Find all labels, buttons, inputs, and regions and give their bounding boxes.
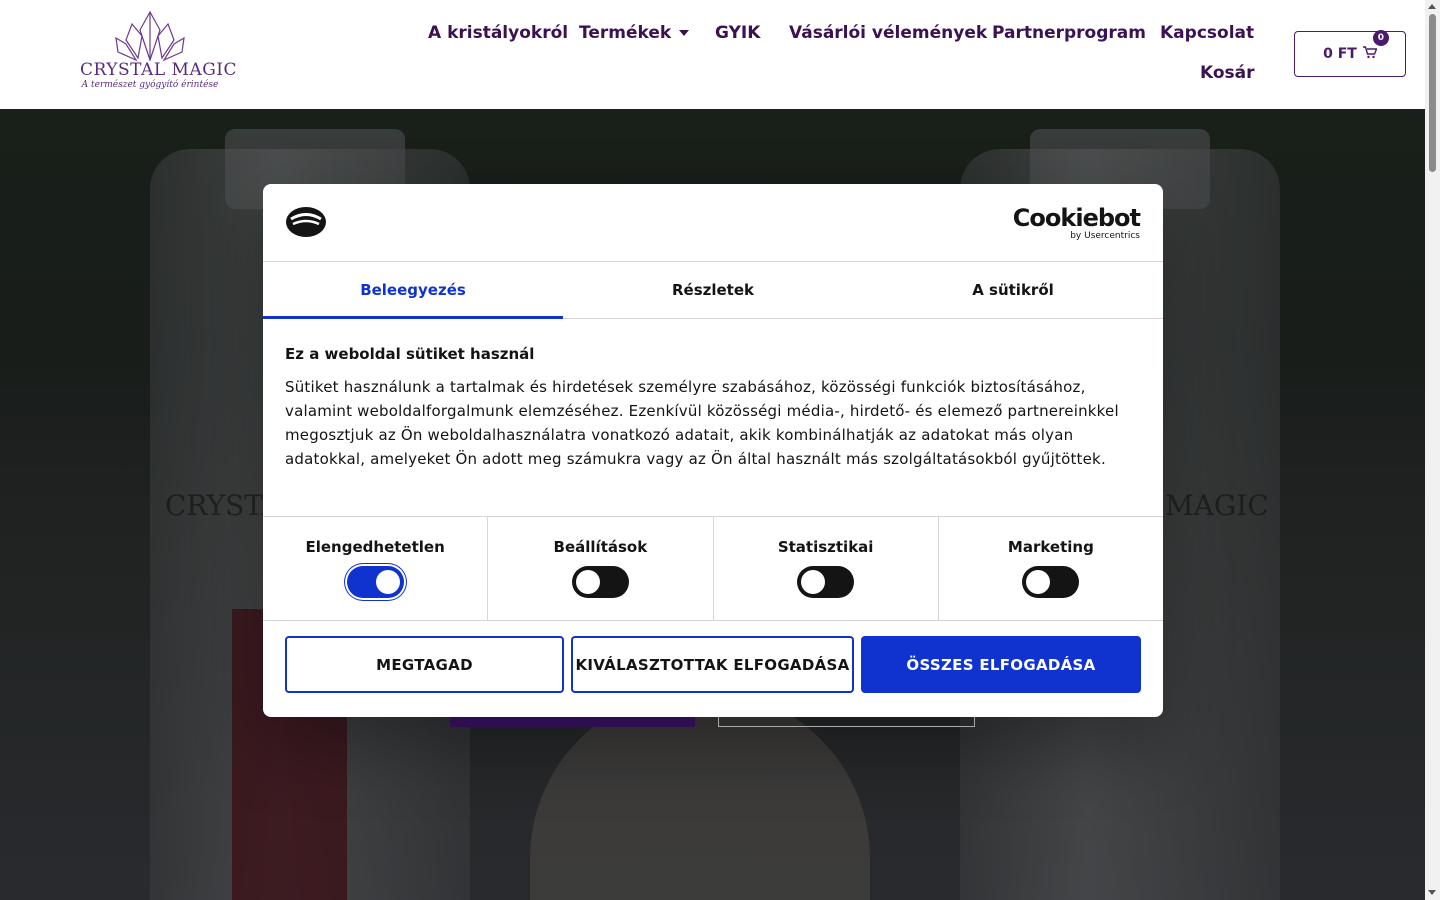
site-header: Crystal Magic A természet gyógyító érint… [0,0,1425,109]
nav-item-about-crystals[interactable]: A kristályokról [428,23,568,43]
caret-down-icon [679,30,690,36]
nav-item-partner-program[interactable]: Partnerprogram [992,23,1146,43]
tab-details[interactable]: Részletek [563,262,863,318]
cookiebot-name: Cookiebot [1012,204,1141,232]
dialog-header: Cookiebot by Usercentrics [263,184,1163,262]
site-cookie-logo-icon [285,206,327,242]
dialog-actions: MEGTAGAD KIVÁLASZTOTTAK ELFOGADÁSA ÖSSZE… [285,636,1141,693]
necessary-switch[interactable] [346,566,404,598]
toggle-preferences: Beállítások [488,517,714,620]
crystal-logo-icon [115,10,185,62]
scroll-down-arrow-icon[interactable] [1428,890,1436,895]
toggle-label: Statisztikai [777,538,874,556]
brand-name: Crystal Magic [80,60,238,80]
cart-button[interactable]: 0 FT 0 [1294,29,1406,77]
cart-count-badge: 0 [1372,29,1389,46]
nav-item-cart[interactable]: Kosár [1200,63,1255,83]
tab-consent[interactable]: Beleegyezés [263,262,563,319]
accept-all-button[interactable]: ÖSSZES ELFOGADÁSA [861,636,1141,693]
cart-amount: 0 FT [1323,46,1357,62]
cookiebot-by: by Usercentrics [1070,231,1140,241]
nav-item-faq[interactable]: GYIK [715,23,760,43]
site-logo[interactable]: Crystal Magic A természet gyógyító érint… [80,10,238,100]
toggle-label: Marketing [1007,538,1094,556]
deny-button[interactable]: MEGTAGAD [285,636,564,693]
page-scrollbar[interactable] [1425,0,1440,900]
accept-selected-button[interactable]: KIVÁLASZTOTTAK ELFOGADÁSA [571,636,854,693]
cookie-consent-dialog: Cookiebot by Usercentrics Beleegyezés Ré… [263,184,1163,717]
scrollbar-thumb[interactable] [1429,14,1436,172]
dialog-description: Sütiket használunk a tartalmak és hirdet… [285,378,1119,468]
nav-item-products[interactable]: Termékek [579,23,690,43]
nav-item-products-label: Termékek [579,23,672,43]
marketing-switch[interactable] [1022,566,1080,598]
toggle-necessary: Elengedhetetlen [263,517,489,620]
toggle-marketing: Marketing [939,517,1163,620]
statistics-switch[interactable] [797,566,855,598]
dialog-tabs: Beleegyezés Részletek A sütikről [263,262,1163,319]
toggle-label: Beállítások [553,538,648,556]
toggle-label: Elengedhetetlen [305,538,445,556]
consent-toggles: Elengedhetetlen Beállítások Statisztikai… [263,516,1163,621]
tab-about-cookies[interactable]: A sütikről [863,262,1163,318]
preferences-switch[interactable] [571,566,629,598]
nav-item-contact[interactable]: Kapcsolat [1160,23,1254,43]
scroll-up-arrow-icon[interactable] [1428,4,1436,9]
nav-item-reviews[interactable]: Vásárlói vélemények [789,23,987,43]
dialog-title: Ez a weboldal sütiket használ [285,345,535,363]
toggle-statistics: Statisztikai [714,517,939,620]
cookiebot-logo[interactable]: Cookiebot by Usercentrics [1012,204,1141,241]
cart-icon: 0 [1362,29,1389,63]
brand-tagline: A természet gyógyító érintése [81,80,219,90]
dialog-body: Ez a weboldal sütiket használ Sütiket ha… [263,319,1163,471]
